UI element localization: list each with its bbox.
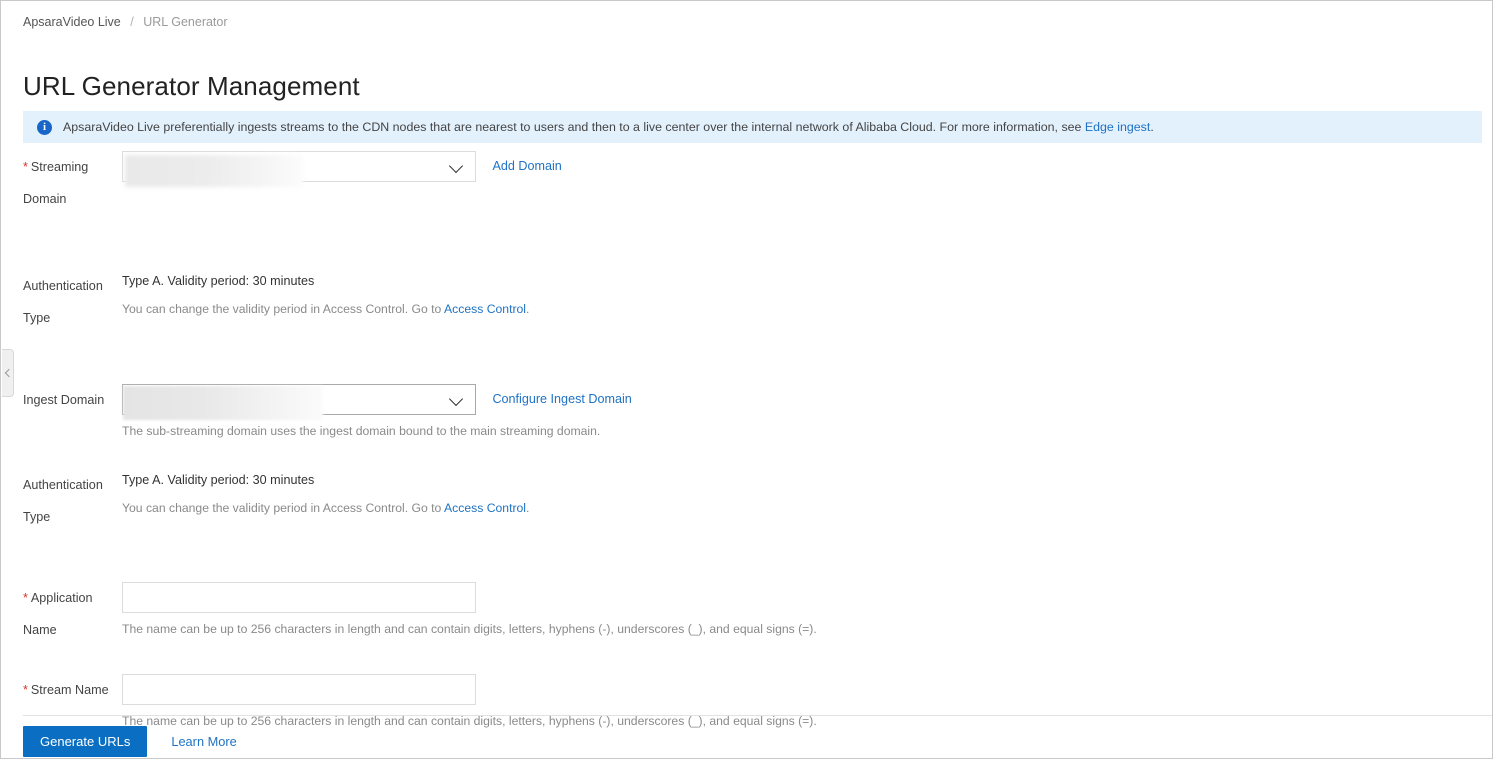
required-asterisk: * [23, 160, 28, 174]
form-row-application-name: * Application Name The name can be up to … [1, 582, 1492, 646]
authentication-type-1-value: Type A. Validity period: 30 minutes [122, 274, 315, 288]
chevron-down-icon [448, 391, 464, 406]
footer-divider [23, 715, 1492, 716]
page-container: ApsaraVideo Live / URL Generator URL Gen… [0, 0, 1493, 759]
page-title: URL Generator Management [23, 71, 360, 102]
field-stream-name: The name can be up to 256 characters in … [111, 674, 1492, 730]
label-authentication-type-1-line1: Authentication [23, 279, 103, 293]
form-row-stream-name: * Stream Name The name can be up to 256 c… [1, 674, 1492, 730]
footer-actions: Generate URLs Learn More [23, 726, 237, 757]
required-asterisk: * [23, 683, 28, 697]
stream-name-help: The name can be up to 256 characters in … [122, 714, 817, 728]
label-authentication-type-1-line2: Type [23, 311, 51, 325]
label-authentication-type-1: Authentication Type [1, 270, 111, 334]
field-ingest-domain: Configure Ingest Domain The sub-streamin… [111, 384, 1492, 440]
info-banner-text: ApsaraVideo Live preferentially ingests … [63, 120, 1154, 134]
breadcrumb-separator: / [130, 15, 134, 29]
field-application-name: The name can be up to 256 characters in … [111, 582, 1492, 638]
generate-urls-button[interactable]: Generate URLs [23, 726, 148, 757]
label-streaming-domain-line2: Domain [23, 192, 67, 206]
edge-ingest-link[interactable]: Edge ingest [1085, 120, 1150, 134]
label-stream-name-text: Stream Name [30, 683, 109, 697]
label-application-name: * Application Name [1, 582, 111, 646]
form-row-streaming-domain: * Streaming Domain Add Domain [1, 151, 1492, 215]
label-authentication-type-2-line1: Authentication [23, 478, 103, 492]
learn-more-link[interactable]: Learn More [171, 734, 236, 749]
label-authentication-type-2: Authentication Type [1, 469, 111, 533]
info-banner: i ApsaraVideo Live preferentially ingest… [23, 111, 1482, 143]
auth-help-1-before: You can change the validity period in Ac… [122, 302, 445, 316]
breadcrumb-root-link[interactable]: ApsaraVideo Live [23, 15, 121, 29]
authentication-type-1-help: You can change the validity period in Ac… [122, 291, 1492, 318]
required-asterisk: * [23, 591, 28, 605]
form-row-authentication-type-1: Authentication Type Type A. Validity per… [1, 270, 1492, 334]
info-banner-text-after: . [1150, 120, 1154, 134]
info-circle-icon: i [37, 119, 52, 135]
label-application-name-line1: Application [30, 591, 93, 605]
form-row-ingest-domain: Ingest Domain Configure Ingest Domain Th… [1, 384, 1492, 440]
auth-help-2-before: You can change the validity period in Ac… [122, 501, 445, 515]
ingest-domain-selected-value [123, 386, 323, 420]
application-name-input[interactable] [122, 582, 476, 613]
url-generator-form: * Streaming Domain Add Domain Authenticat… [1, 151, 1492, 758]
streaming-domain-selected-value [125, 155, 303, 187]
stream-name-input[interactable] [122, 674, 476, 705]
streaming-domain-select[interactable] [122, 151, 476, 187]
field-authentication-type-2: Type A. Validity period: 30 minutes You … [111, 469, 1492, 517]
label-ingest-domain: Ingest Domain [1, 384, 111, 416]
info-banner-text-before: ApsaraVideo Live preferentially ingests … [63, 120, 1085, 134]
chevron-down-icon [448, 158, 464, 173]
authentication-type-2-value: Type A. Validity period: 30 minutes [122, 473, 315, 487]
label-streaming-domain-line1: Streaming [30, 160, 89, 174]
field-authentication-type-1: Type A. Validity period: 30 minutes You … [111, 270, 1492, 318]
label-streaming-domain: * Streaming Domain [1, 151, 111, 215]
breadcrumb-current: URL Generator [143, 15, 228, 29]
form-row-authentication-type-2: Authentication Type Type A. Validity per… [1, 469, 1492, 533]
authentication-type-2-help: You can change the validity period in Ac… [122, 490, 1492, 517]
access-control-link-1[interactable]: Access Control [444, 302, 526, 316]
field-streaming-domain: Add Domain [111, 151, 1492, 187]
breadcrumb: ApsaraVideo Live / URL Generator [23, 15, 228, 29]
label-application-name-line2: Name [23, 623, 57, 637]
add-domain-link[interactable]: Add Domain [492, 151, 561, 182]
ingest-domain-help: The sub-streaming domain uses the ingest… [122, 424, 601, 438]
label-stream-name: * Stream Name [1, 674, 111, 706]
application-name-help: The name can be up to 256 characters in … [122, 622, 817, 636]
ingest-domain-select[interactable] [122, 384, 476, 420]
access-control-link-2[interactable]: Access Control [444, 501, 526, 515]
label-ingest-domain-text: Ingest Domain [23, 393, 105, 407]
label-authentication-type-2-line2: Type [23, 510, 51, 524]
auth-help-1-after: . [526, 302, 530, 316]
auth-help-2-after: . [526, 501, 530, 515]
configure-ingest-domain-link[interactable]: Configure Ingest Domain [492, 384, 631, 415]
